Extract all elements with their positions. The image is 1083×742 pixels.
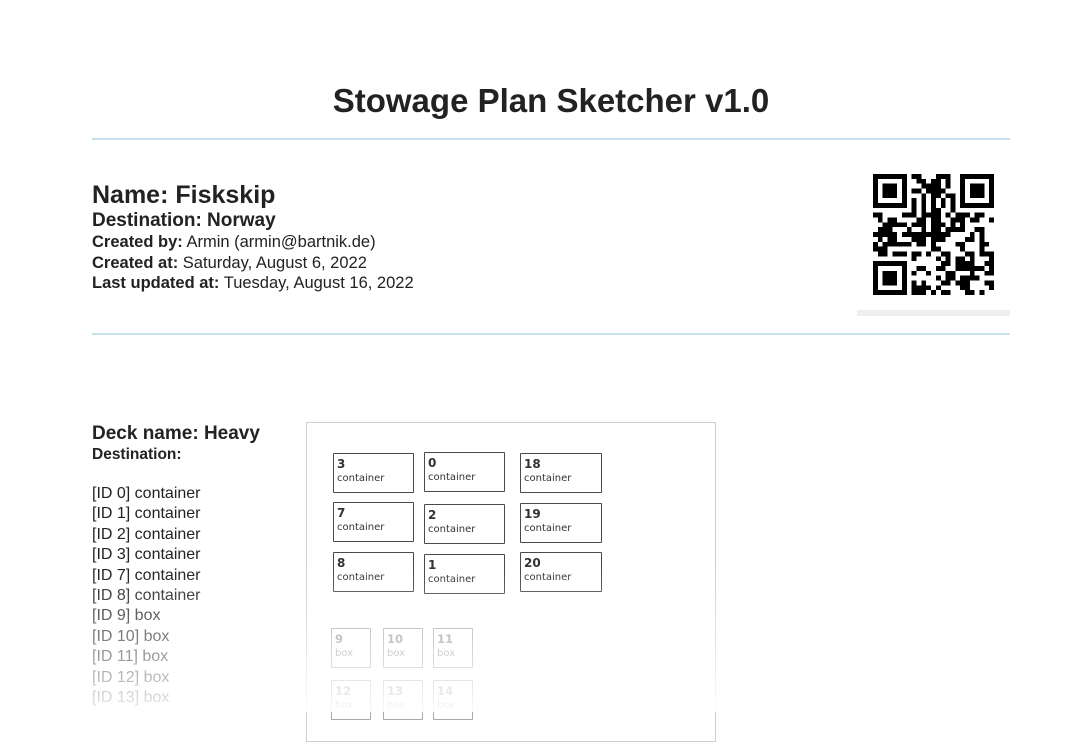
cell-type: container [524, 572, 572, 583]
cell-type: container [524, 523, 572, 534]
cell-type: container [428, 472, 476, 483]
diagram-cell[interactable]: 2 container [424, 504, 505, 544]
deck-item: [ID 13] box [92, 689, 170, 707]
deck-item: [ID 10] box [92, 627, 170, 645]
cell-id: 3 [337, 457, 346, 471]
cell-id: 2 [428, 508, 437, 522]
cell-id: 20 [524, 556, 541, 570]
diagram-cell[interactable]: 8 container [333, 552, 414, 592]
updated-at-value: Tuesday, August 16, 2022 [223, 274, 414, 292]
deck-diagram: 3 container 0 container 18 container 7 c… [306, 422, 716, 742]
plan-destination: Destination: Norway [92, 210, 276, 231]
cell-type: box [437, 700, 456, 711]
diagram-cell[interactable]: 12 box [331, 680, 371, 720]
deck-item-list: [ID 0] container [ID 1] container [ID 2]… [92, 484, 260, 708]
created-at-value: Saturday, August 6, 2022 [182, 253, 367, 272]
header-divider [92, 138, 1010, 140]
diagram-cell[interactable]: 18 container [520, 453, 602, 493]
diagram-cell[interactable]: 13 box [383, 680, 423, 720]
created-by-value: Armin (armin@bartnik.de) [186, 233, 376, 251]
diagram-cell[interactable]: 3 container [333, 453, 414, 493]
cell-type: box [335, 700, 354, 711]
diagram-cell[interactable]: 0 container [424, 452, 505, 492]
cell-id: 0 [428, 456, 437, 470]
cell-id: 8 [337, 556, 346, 570]
cell-type: container [524, 473, 572, 484]
cell-id: 9 [335, 632, 344, 646]
deck-destination: Destination: [92, 446, 182, 463]
diagram-cell[interactable]: 10 box [383, 628, 423, 668]
created-by-label: Created by: [92, 233, 183, 251]
info-divider [92, 333, 1010, 335]
deck-item: [ID 3] container [92, 546, 201, 564]
plan-name: Name: Fiskskip [92, 181, 276, 209]
created-by-row: Created by: Armin (armin@bartnik.de) [92, 232, 414, 253]
cell-id: 10 [387, 632, 404, 646]
created-at-label: Created at: [92, 253, 179, 272]
cell-type: box [437, 648, 456, 659]
diagram-cell[interactable]: 19 container [520, 503, 602, 543]
cell-id: 13 [387, 684, 404, 698]
cell-id: 18 [524, 457, 541, 471]
diagram-cell[interactable]: 11 box [433, 628, 473, 668]
cell-type: box [387, 700, 406, 711]
cell-id: 19 [524, 507, 541, 521]
deck-info: Deck name: Heavy Destination: [ID 0] con… [92, 422, 260, 708]
diagram-cell[interactable]: 9 box [331, 628, 371, 668]
plan-info: Name: Fiskskip Destination: Norway Creat… [92, 180, 414, 294]
diagram-cell[interactable]: 14 box [433, 680, 473, 720]
cell-id: 11 [437, 632, 454, 646]
cell-type: container [428, 524, 476, 535]
qr-code-icon [873, 174, 994, 295]
cell-type: box [387, 648, 406, 659]
deck-item: [ID 9] box [92, 607, 161, 625]
updated-at-label: Last updated at: [92, 274, 220, 292]
cell-type: container [428, 574, 476, 585]
cell-id: 7 [337, 506, 346, 520]
deck-item: [ID 2] container [92, 525, 201, 543]
page-title: Stowage Plan Sketcher v1.0 [332, 82, 770, 119]
cell-type: box [335, 648, 354, 659]
cell-id: 14 [437, 684, 454, 698]
deck-name: Deck name: Heavy [92, 423, 260, 444]
diagram-cell[interactable]: 20 container [520, 552, 602, 592]
diagram-cell[interactable]: 7 container [333, 502, 414, 542]
diagram-cell[interactable]: 1 container [424, 554, 505, 594]
cell-type: container [337, 572, 385, 583]
deck-item: [ID 12] box [92, 668, 170, 686]
cell-id: 1 [428, 558, 437, 572]
deck-item: [ID 0] container [92, 485, 201, 502]
cell-type: container [337, 473, 385, 484]
updated-at-row: Last updated at: Tuesday, August 16, 202… [92, 273, 414, 294]
deck-item: [ID 11] box [92, 648, 169, 666]
cell-type: container [337, 522, 385, 533]
cell-id: 12 [335, 684, 352, 698]
deck-item: [ID 8] container [92, 587, 201, 605]
deck-item: [ID 1] container [92, 505, 201, 523]
qr-code-shadow [857, 310, 1010, 316]
deck-item: [ID 7] container [92, 566, 201, 584]
created-at-row: Created at: Saturday, August 6, 2022 [92, 253, 414, 274]
